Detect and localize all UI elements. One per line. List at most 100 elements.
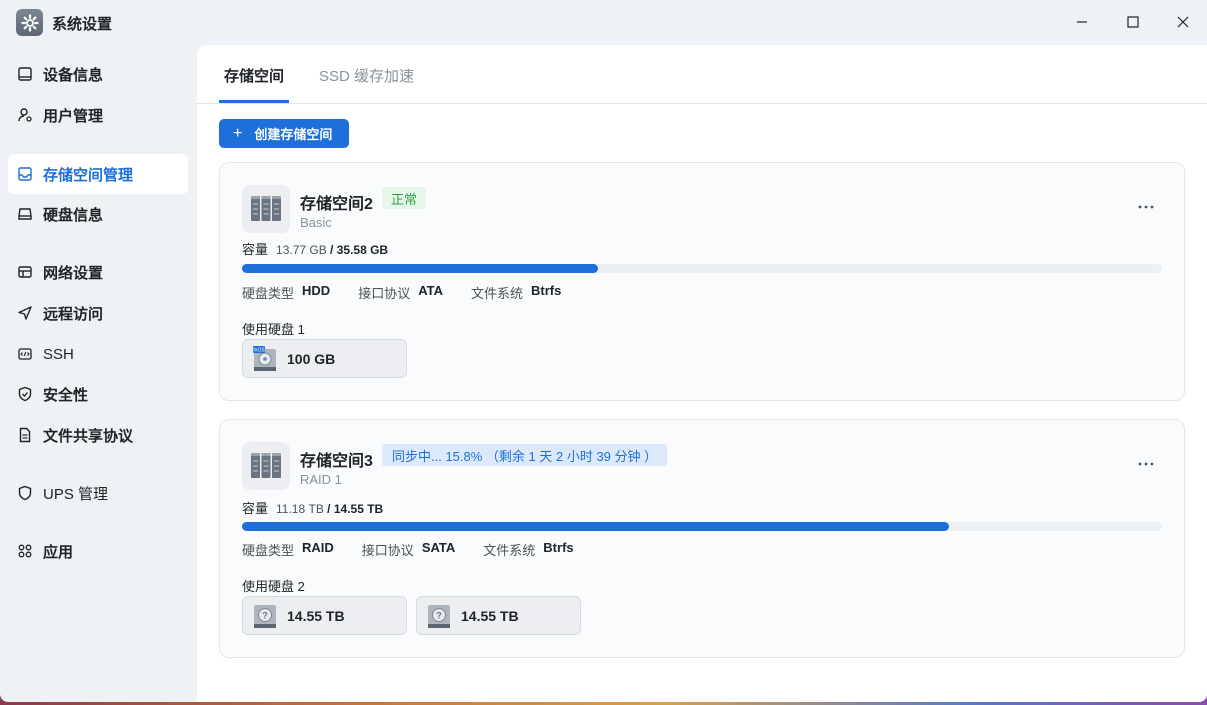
gear-icon — [16, 9, 43, 36]
sidebar-item-security[interactable]: 安全性 — [8, 374, 188, 414]
window-title: 系统设置 — [52, 16, 113, 33]
filesystem-value: Btrfs — [531, 283, 562, 298]
capacity-row: 容量 11.18 TB / 14.55 TB — [242, 501, 384, 516]
server-rack-icon — [242, 442, 290, 490]
sidebar-item-apps[interactable]: 应用 — [8, 531, 188, 571]
capacity-label: 容量 — [242, 242, 269, 257]
sidebar-item-file-sharing[interactable]: 文件共享协议 — [8, 415, 188, 455]
sidebar-item-label: 应用 — [43, 543, 74, 561]
maximize-button[interactable] — [1118, 9, 1148, 35]
send-icon — [17, 305, 33, 321]
sidebar-item-users[interactable]: 用户管理 — [8, 95, 188, 135]
sidebar-item-label: 安全性 — [43, 386, 89, 404]
server-rack-icon — [242, 185, 290, 233]
pool-meta-row: 硬盘类型 RAID 接口协议 SATA 文件系统 Btrfs — [242, 540, 602, 559]
interface-label: 接口协议 — [361, 543, 414, 558]
fnos-disk-icon: fnOS — [253, 345, 276, 371]
sidebar-item-drives[interactable]: 硬盘信息 — [8, 194, 188, 234]
disk-type-label: 硬盘类型 — [242, 286, 295, 301]
svg-text:?: ? — [262, 610, 268, 620]
create-storage-button[interactable]: + 创建存储空间 — [219, 119, 349, 148]
sidebar-item-ssh[interactable]: SSH — [8, 334, 188, 374]
monitor-icon — [17, 66, 33, 82]
disk-chip[interactable]: ? 14.55 TB — [242, 596, 407, 635]
drive-icon — [17, 206, 33, 222]
sidebar-item-label: 存储空间管理 — [43, 166, 134, 184]
storage-pool-card: 存储空间3 同步中... 15.8% （剩余 1 天 2 小时 39 分钟 ） … — [219, 419, 1185, 658]
create-storage-label: 创建存储空间 — [254, 127, 333, 142]
capacity-row: 容量 13.77 GB / 35.58 GB — [242, 242, 389, 257]
sidebar-item-remote-access[interactable]: 远程访问 — [8, 293, 188, 333]
disk-type-value: HDD — [302, 283, 331, 298]
more-icon — [1138, 205, 1154, 209]
capacity-bar-fill — [242, 522, 949, 531]
pool-raid-type: RAID 1 — [300, 472, 342, 487]
disk-size: 100 GB — [287, 350, 336, 367]
tab-bar: 存储空间 SSD 缓存加速 — [197, 45, 1207, 104]
pool-raid-type: Basic — [300, 215, 332, 230]
capacity-used: 13.77 GB — [276, 243, 327, 257]
sidebar-item-label: 网络设置 — [43, 264, 104, 282]
interface-label: 接口协议 — [358, 286, 411, 301]
settings-window: 系统设置 设备信息 用户管理 存储空间管理 硬盘信息 网络设置 远程访问 SSH… — [0, 0, 1207, 702]
disk-chip[interactable]: fnOS 100 GB — [242, 339, 407, 378]
shield-icon — [17, 485, 33, 501]
filesystem-value: Btrfs — [543, 540, 574, 555]
capacity-used: 11.18 TB — [276, 502, 324, 516]
tab-storage[interactable]: 存储空间 — [224, 65, 284, 103]
sidebar-item-label: SSH — [43, 345, 74, 363]
capacity-bar-fill — [242, 264, 599, 273]
pool-name: 存储空间2 — [300, 196, 373, 213]
main-panel: 存储空间 SSD 缓存加速 + 创建存储空间 存储空间2 正常 Basic 容量… — [197, 45, 1207, 702]
close-button[interactable] — [1168, 9, 1198, 35]
more-options-button[interactable] — [1134, 456, 1158, 472]
capacity-total: 14.55 TB — [333, 502, 384, 516]
sidebar-item-label: 设备信息 — [43, 66, 104, 84]
status-badge: 正常 — [382, 187, 427, 209]
sidebar: 设备信息 用户管理 存储空间管理 硬盘信息 网络设置 远程访问 SSH 安全性 — [0, 44, 197, 702]
title-bar: 系统设置 — [0, 0, 1207, 44]
capacity-bar — [242, 522, 1162, 531]
unknown-disk-icon: ? — [254, 604, 276, 628]
tab-ssd-cache[interactable]: SSD 缓存加速 — [319, 65, 414, 103]
sidebar-item-storage[interactable]: 存储空间管理 — [8, 154, 188, 194]
interface-value: SATA — [421, 540, 456, 555]
maximize-icon — [1127, 16, 1139, 28]
sidebar-item-ups[interactable]: UPS 管理 — [8, 473, 188, 513]
shield-check-icon — [17, 386, 33, 402]
filesystem-label: 文件系统 — [471, 286, 524, 301]
apps-icon — [17, 543, 33, 559]
minimize-icon — [1077, 21, 1087, 23]
tab-active-indicator — [219, 100, 289, 103]
network-icon — [17, 264, 33, 280]
more-icon — [1138, 462, 1154, 466]
disk-type-value: RAID — [302, 540, 334, 555]
sidebar-item-label: 远程访问 — [43, 305, 104, 323]
sidebar-item-label: 用户管理 — [43, 107, 104, 125]
disk-size: 14.55 TB — [287, 607, 345, 624]
sidebar-item-label: 硬盘信息 — [43, 206, 104, 224]
more-options-button[interactable] — [1134, 199, 1158, 215]
sync-status-badge: 同步中... 15.8% （剩余 1 天 2 小时 39 分钟 ） — [382, 444, 668, 466]
minimize-button[interactable] — [1067, 9, 1097, 35]
capacity-bar — [242, 264, 1162, 273]
document-icon — [17, 427, 33, 443]
filesystem-label: 文件系统 — [483, 543, 536, 558]
sidebar-item-label: UPS 管理 — [43, 485, 109, 503]
disks-used-label: 使用硬盘 2 — [242, 579, 305, 594]
plus-icon: + — [233, 124, 243, 142]
interface-value: ATA — [418, 283, 443, 298]
terminal-icon — [17, 346, 33, 362]
unknown-disk-icon: ? — [428, 604, 450, 628]
capacity-total: 35.58 GB — [336, 243, 389, 257]
storage-pool-card: 存储空间2 正常 Basic 容量 13.77 GB / 35.58 GB 硬盘类… — [219, 162, 1185, 401]
capacity-label: 容量 — [242, 501, 269, 516]
disk-type-label: 硬盘类型 — [242, 543, 295, 558]
sidebar-item-network[interactable]: 网络设置 — [8, 252, 188, 292]
disk-size: 14.55 TB — [461, 607, 519, 624]
svg-text:?: ? — [436, 610, 442, 620]
svg-text:fnOS: fnOS — [253, 347, 265, 353]
sidebar-item-label: 文件共享协议 — [43, 427, 134, 445]
sidebar-item-device-info[interactable]: 设备信息 — [8, 54, 188, 94]
disk-chip[interactable]: ? 14.55 TB — [416, 596, 581, 635]
